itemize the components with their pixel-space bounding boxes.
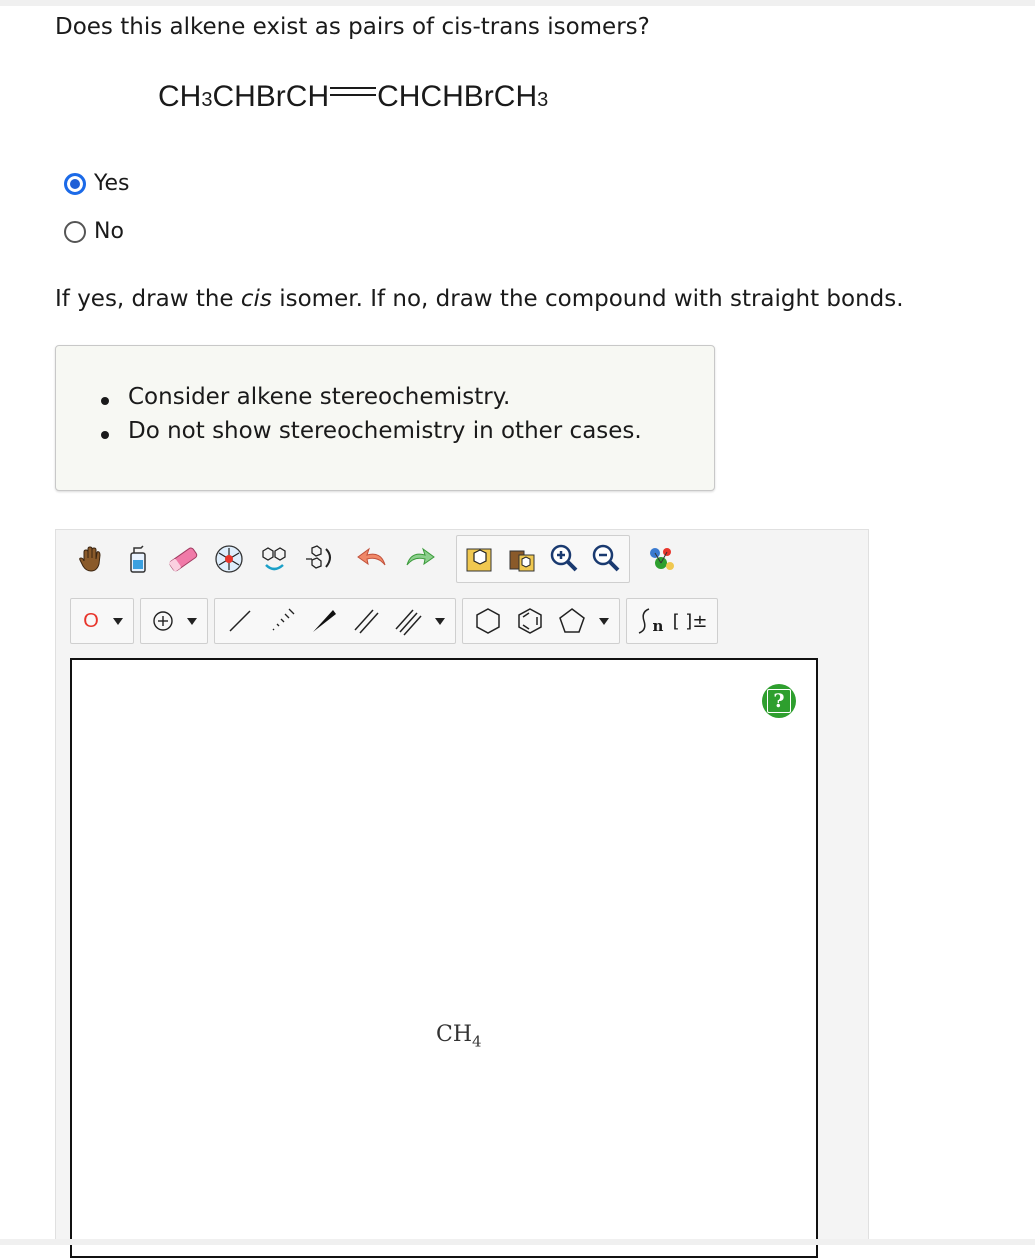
atom-selector[interactable]: O [70,598,134,644]
chevron-down-icon[interactable] [113,617,123,625]
templates-icon[interactable] [208,538,250,580]
hint-item: Do not show stereochemistry in other cas… [101,418,642,444]
hint-box: Consider alkene stereochemistry. Do not … [55,345,715,491]
charge-bracket-label: [ ]± [672,610,708,632]
option-no-label: No [94,219,124,244]
chevron-down-icon[interactable] [187,617,197,625]
formula-part: CHBrCH [212,80,330,113]
formula-part: CH [158,80,202,113]
triple-bond-icon[interactable] [387,600,429,642]
formula-part: CHCHBrCH [377,80,538,113]
option-no[interactable]: No [64,219,124,244]
option-yes-label: Yes [94,171,130,196]
hint-list: Consider alkene stereochemistry. Do not … [101,384,642,452]
bond-selector [214,598,456,644]
top-divider [0,0,1035,6]
charge-bracket-icon[interactable]: [ ]± [667,600,713,642]
eraser-icon[interactable] [162,538,204,580]
atom-colors-icon[interactable] [640,538,682,580]
hint-item: Consider alkene stereochemistry. [101,384,642,410]
single-bond-icon[interactable] [219,600,261,642]
double-bond [330,86,377,98]
option-yes[interactable]: Yes [64,171,130,196]
polymer-label: n [652,617,664,635]
toolbar-row-1 [70,535,686,583]
chevron-down-icon[interactable] [599,617,609,625]
cyclopentane-icon[interactable] [551,600,593,642]
double-bond-icon[interactable] [345,600,387,642]
chevron-down-icon[interactable] [435,617,445,625]
wedge-bond-icon[interactable] [303,600,345,642]
benzene-icon[interactable] [509,600,551,642]
polymer-icon[interactable]: n [631,600,667,642]
erase-bottle-icon[interactable] [116,538,158,580]
instruction-post: isomer. If no, draw the compound with st… [271,286,904,312]
drawn-molecule[interactable]: CH4 [436,1022,482,1050]
paste-icon[interactable] [501,538,543,580]
hand-tool-icon[interactable] [70,538,112,580]
chemical-formula: CH 3 CHBrCH CHCHBrCH 3 [158,80,548,114]
hashed-wedge-bond-icon[interactable] [261,600,303,642]
positive-charge-icon[interactable] [145,600,181,642]
charge-selector[interactable] [140,598,208,644]
instruction-emphasis: cis [240,286,272,312]
sgroup-selector: n [ ]± [626,598,718,644]
radio-no[interactable] [64,220,86,243]
ring-selector [462,598,620,644]
zoom-out-icon[interactable] [585,538,627,580]
molecule-label: CH [436,1022,473,1047]
molecule-editor: O n []± ? CH4 [55,529,869,1258]
toolbar-row-2: O n []± [70,598,724,644]
rotate-structure-icon[interactable] [300,538,342,580]
zoom-in-icon[interactable] [543,538,585,580]
radio-yes[interactable] [64,172,86,195]
drawing-canvas[interactable]: ? CH4 [70,658,818,1258]
formula-subscript: 3 [537,89,549,111]
bottom-divider [0,1239,1035,1245]
atom-label: O [83,609,99,632]
undo-icon[interactable] [352,538,394,580]
cyclohexane-icon[interactable] [467,600,509,642]
instruction-text: If yes, draw the cis isomer. If no, draw… [55,286,904,312]
instruction-pre: If yes, draw the [55,286,241,312]
copy-icon[interactable] [459,538,501,580]
help-button[interactable]: ? [762,684,796,718]
question-text: Does this alkene exist as pairs of cis-t… [55,14,650,40]
atom-button[interactable]: O [75,600,107,642]
help-icon: ? [767,689,791,713]
structure-cleanup-icon[interactable] [254,538,296,580]
redo-icon[interactable] [398,538,440,580]
clipboard-group [456,535,630,583]
formula-subscript: 3 [201,89,213,111]
molecule-subscript: 4 [472,1032,482,1051]
